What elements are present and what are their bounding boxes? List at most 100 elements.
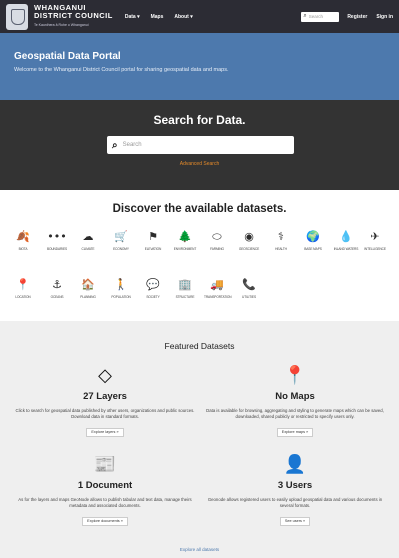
dots-icon: ••• bbox=[47, 230, 67, 243]
logo-line2: DISTRICT COUNCIL bbox=[34, 11, 113, 20]
category-label: ELEVATION bbox=[144, 247, 162, 251]
drop-icon: 💧 bbox=[339, 230, 353, 243]
globe-icon: 🌍 bbox=[306, 230, 320, 243]
explore-all-datasets-link[interactable]: Explore all datasets bbox=[0, 547, 399, 552]
category-label: INLAND WATERS bbox=[333, 247, 359, 251]
hero-subtitle: Welcome to the Whanganui District Counci… bbox=[14, 67, 229, 73]
users-description: Geonode allows registered users to easil… bbox=[207, 497, 383, 508]
featured-datasets: Featured Datasets ◇ 27 Layers Click to s… bbox=[0, 321, 399, 558]
logo-tagline: Te Kaunihera ā Rohe o Whanganui bbox=[34, 23, 89, 27]
top-navbar: WHANGANUI DISTRICT COUNCIL Te Kaunihera … bbox=[0, 0, 399, 33]
cart-icon: 🛒 bbox=[114, 230, 128, 243]
category-label: PLANNING bbox=[80, 295, 96, 299]
phone-icon: 📞 bbox=[242, 278, 256, 291]
category-structure[interactable]: 🏢 STRUCTURE bbox=[172, 278, 198, 299]
category-inland-waters[interactable]: 💧 INLAND WATERS bbox=[333, 230, 359, 251]
category-label: SOCIETY bbox=[146, 295, 160, 299]
featured-documents: 📰 1 Document As for the layers and maps … bbox=[10, 454, 200, 527]
category-label: BASE MAPS bbox=[304, 247, 322, 251]
person-icon: 🚶 bbox=[114, 278, 128, 291]
building-icon: 🏢 bbox=[178, 278, 192, 291]
maps-count: No Maps bbox=[275, 391, 315, 402]
discover-title: Discover the available datasets. bbox=[112, 203, 287, 215]
category-intelligence[interactable]: ✈ INTELLIGENCE bbox=[362, 230, 388, 251]
council-logo[interactable]: WHANGANUI DISTRICT COUNCIL Te Kaunihera … bbox=[6, 3, 113, 30]
category-label: LOCATION bbox=[15, 295, 31, 299]
users-count: 3 Users bbox=[277, 480, 313, 491]
category-label: INTELLIGENCE bbox=[364, 247, 386, 251]
category-label: BOUNDARIES bbox=[46, 247, 68, 251]
category-economy[interactable]: 🛒 ECONOMY bbox=[108, 230, 134, 251]
category-environment[interactable]: 🌲 ENVIRONMENT bbox=[172, 230, 198, 251]
signin-link[interactable]: Sign in bbox=[376, 14, 393, 20]
target-icon: ◉ bbox=[244, 230, 254, 243]
user-icon: 👤 bbox=[283, 454, 307, 475]
register-link[interactable]: Register bbox=[347, 14, 367, 20]
home-icon: 🏠 bbox=[81, 278, 95, 291]
layers-description: Click to search for geospatial data publ… bbox=[15, 408, 195, 419]
flag-icon: ⚑ bbox=[148, 230, 158, 243]
category-oceans[interactable]: ⚓ OCEANS bbox=[44, 278, 70, 299]
category-label: OCEANS bbox=[50, 295, 64, 299]
advanced-search-link[interactable]: Advanced Search bbox=[0, 161, 399, 167]
map-marker-icon: 📍 bbox=[16, 278, 30, 291]
layers-count: 27 Layers bbox=[83, 391, 127, 402]
map-marker-icon: 📍 bbox=[283, 365, 307, 386]
explore-documents-button[interactable]: Explore documents » bbox=[82, 516, 128, 526]
search-icon: ⌕ bbox=[303, 13, 307, 19]
featured-maps: 📍 No Maps Data is available for browsing… bbox=[200, 365, 390, 438]
documents-description: As for the layers and maps GeoNode allow… bbox=[18, 497, 192, 508]
documents-count: 1 Document bbox=[77, 480, 133, 491]
cloud-icon: ☁ bbox=[82, 230, 94, 243]
category-label: STRUCTURE bbox=[175, 295, 195, 299]
category-climate[interactable]: ☁ CLIMATE bbox=[75, 230, 101, 251]
category-transportation[interactable]: 🚚 TRANSPORTATION bbox=[204, 278, 232, 299]
category-label: CLIMATE bbox=[81, 247, 95, 251]
search-title: Search for Data. bbox=[153, 113, 246, 127]
category-biota[interactable]: 🍂 BIOTA bbox=[10, 230, 36, 251]
category-health[interactable]: ⚕ HEALTH bbox=[268, 230, 294, 251]
nav-data-dropdown[interactable]: Data ▾ bbox=[125, 14, 140, 20]
nav-menu: Data ▾ Maps About ▾ bbox=[125, 14, 204, 20]
featured-layers: ◇ 27 Layers Click to search for geospati… bbox=[10, 365, 200, 438]
featured-title: Featured Datasets bbox=[164, 341, 235, 351]
category-label: HEALTH bbox=[275, 247, 287, 251]
category-population[interactable]: 🚶 POPULATION bbox=[108, 278, 134, 299]
nav-right: ⌕ Search Register Sign in bbox=[301, 0, 393, 33]
category-planning[interactable]: 🏠 PLANNING bbox=[75, 278, 101, 299]
category-label: BIOTA bbox=[18, 247, 28, 251]
category-label: ECONOMY bbox=[113, 247, 129, 251]
category-label: UTILITIES bbox=[242, 295, 256, 299]
page-title: Geospatial Data Portal bbox=[14, 51, 121, 62]
tree-icon: 🌲 bbox=[178, 230, 192, 243]
category-label: POPULATION bbox=[111, 295, 131, 299]
nav-search-input[interactable]: ⌕ Search bbox=[301, 11, 340, 22]
nav-search-placeholder: Search bbox=[308, 14, 323, 19]
nav-maps-link[interactable]: Maps bbox=[151, 14, 164, 20]
plane-icon: ✈ bbox=[370, 230, 380, 243]
nav-about-dropdown[interactable]: About ▾ bbox=[174, 14, 192, 20]
anchor-icon: ⚓ bbox=[52, 278, 62, 291]
category-society[interactable]: 💬 SOCIETY bbox=[140, 278, 166, 299]
see-users-button[interactable]: See users » bbox=[279, 516, 311, 526]
comments-icon: 💬 bbox=[146, 278, 160, 291]
category-farming[interactable]: ⬭ FARMING bbox=[204, 230, 230, 251]
leaf-outline-icon: ⬭ bbox=[212, 230, 222, 243]
category-label: GEOSCIENCE bbox=[238, 247, 260, 251]
category-base-maps[interactable]: 🌍 BASE MAPS bbox=[300, 230, 326, 251]
category-elevation[interactable]: ⚑ ELEVATION bbox=[140, 230, 166, 251]
main-search-input[interactable]: ⌕ Search bbox=[107, 136, 294, 154]
explore-layers-button[interactable]: Explore layers » bbox=[86, 427, 124, 437]
stethoscope-icon: ⚕ bbox=[278, 230, 284, 243]
newspaper-icon: 📰 bbox=[93, 454, 117, 475]
category-label: ENVIRONMENT bbox=[173, 247, 197, 251]
category-location[interactable]: 📍 LOCATION bbox=[10, 278, 36, 299]
search-section: Search for Data. ⌕ Search Advanced Searc… bbox=[0, 100, 399, 190]
search-placeholder: Search bbox=[122, 142, 142, 148]
explore-maps-button[interactable]: Explore maps » bbox=[276, 427, 314, 437]
category-boundaries[interactable]: ••• BOUNDARIES bbox=[44, 230, 70, 251]
diamond-icon: ◇ bbox=[98, 365, 112, 386]
category-geoscience[interactable]: ◉ GEOSCIENCE bbox=[236, 230, 262, 251]
truck-icon: 🚚 bbox=[210, 278, 224, 291]
category-utilities[interactable]: 📞 UTILITIES bbox=[236, 278, 262, 299]
